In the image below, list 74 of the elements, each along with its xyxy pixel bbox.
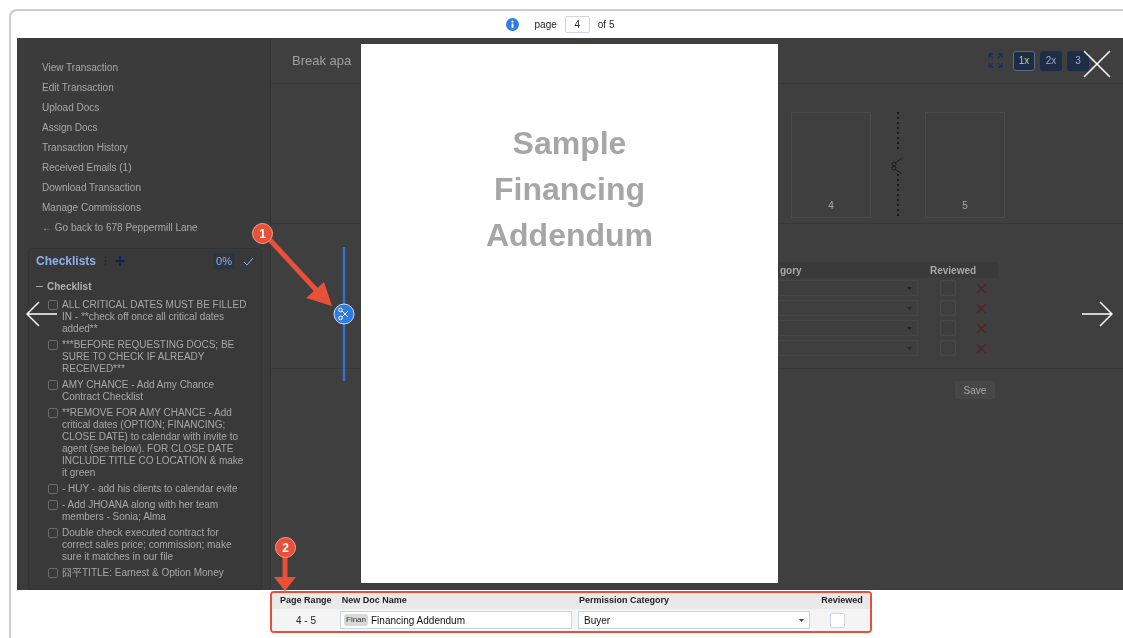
- checklist-checkbox[interactable]: [48, 484, 58, 494]
- delete-icon[interactable]: [976, 302, 987, 314]
- page-range-cell-text: 4 - 5: [295, 613, 317, 628]
- checklist-checkbox[interactable]: [48, 408, 58, 418]
- page-label: page: [534, 18, 557, 32]
- thumbnail-number: 5: [962, 199, 968, 213]
- checklist-checkbox[interactable]: [48, 500, 58, 510]
- zoom-button[interactable]: 2x: [1040, 50, 1062, 71]
- save-button[interactable]: Save: [955, 381, 995, 399]
- sidebar-link[interactable]: Download Transaction: [42, 178, 141, 198]
- scissors-divider-drawing[interactable]: [891, 112, 905, 218]
- page-heading: Break apa: [292, 51, 352, 70]
- sidebar-link[interactable]: View Transaction: [42, 58, 118, 78]
- zoom-button[interactable]: 1x: [1013, 50, 1035, 71]
- column-header: Page Range: [279, 594, 333, 608]
- category-select[interactable]: [778, 340, 918, 356]
- column-header: gory: [780, 263, 803, 278]
- next-arrow-icon[interactable]: [1081, 301, 1113, 327]
- document-heading-line: Sample: [512, 124, 627, 163]
- progress-percent: 0%: [213, 252, 235, 270]
- column-header: New Doc Name: [340, 594, 408, 608]
- sidebar-link[interactable]: Assign Docs: [42, 118, 98, 138]
- checklist-checkbox[interactable]: [48, 300, 58, 310]
- sidebar-link[interactable]: Upload Docs: [42, 98, 100, 118]
- add-icon[interactable]: [115, 256, 126, 266]
- document-heading-line: Addendum: [485, 216, 654, 255]
- checklist-item: - Add JHOANA along with her team members - Sonia; Alma: [62, 499, 220, 523]
- checklist-checkbox[interactable]: [48, 568, 58, 578]
- sidebar-link[interactable]: Manage Commissions: [42, 198, 141, 218]
- check-icon: [243, 256, 254, 266]
- info-icon[interactable]: [505, 18, 519, 31]
- doc-name-field[interactable]: Finan Financing Addendum: [340, 611, 572, 629]
- zoom-button[interactable]: 3: [1067, 50, 1089, 71]
- column-header: Reviewed: [930, 263, 977, 278]
- checklist-item: 囧平TITLE: Earnest & Option Money: [62, 567, 224, 579]
- category-select[interactable]: [778, 280, 918, 296]
- category-select[interactable]: [778, 320, 918, 336]
- page-thumbnail[interactable]: 4: [791, 112, 871, 218]
- checklist-item: **REMOVE FOR AMY CHANCE - Add critical dates (OPTION; FINANCING; CLOSE DATE) to calendar with invite to agent (see below). FOR CLOSE DATE INCLUDE TITLE CO LOCATION & make it green: [62, 407, 245, 479]
- sidebar-link[interactable]: Received Emails (1): [42, 158, 132, 178]
- sidebar-link[interactable]: ← Go back to 678 Peppermill Lane: [42, 218, 198, 238]
- checklist-item: Double check executed contract for correct sales price; commission; make sure it matches in our file: [62, 527, 233, 563]
- checklist-checkbox[interactable]: [48, 528, 58, 538]
- checklist-item: - HUY - add his clients to calendar evite: [62, 483, 238, 495]
- category-select[interactable]: [778, 300, 918, 316]
- delete-icon[interactable]: [976, 282, 987, 294]
- checklists-title: Checklists: [36, 253, 97, 270]
- sidebar-link[interactable]: Edit Transaction: [42, 78, 114, 98]
- close-icon[interactable]: [1083, 50, 1111, 78]
- name-tag: Finan: [344, 614, 368, 626]
- column-header: Reviewed: [820, 594, 864, 608]
- page-total: of 5: [597, 18, 615, 32]
- permission-value: Buyer: [584, 613, 612, 628]
- checklist-item: ***BEFORE REQUESTING DOCS; BE SURE TO CHECK IF ALREADY RECEIVED***: [62, 339, 236, 375]
- delete-icon[interactable]: [976, 322, 987, 334]
- delete-icon[interactable]: [976, 342, 987, 354]
- checklist-checkbox[interactable]: [48, 340, 58, 350]
- previous-arrow-icon[interactable]: [26, 301, 58, 327]
- column-header: Permission Category: [577, 594, 670, 608]
- checklist-checkbox[interactable]: [48, 380, 58, 390]
- doc-name-value: Financing Addendum: [371, 613, 465, 628]
- split-handle-drawing[interactable]: [333, 247, 355, 381]
- caret-icon: [799, 618, 804, 622]
- page-number-field[interactable]: 4: [564, 16, 590, 33]
- checklist-item: ALL CRITICAL DATES MUST BE FILLED IN - **check off once all critical dates added**: [62, 299, 248, 335]
- checklist-item: AMY CHANCE - Add Amy Chance Contract Checklist: [62, 379, 216, 403]
- permission-select[interactable]: Buyer: [578, 611, 810, 629]
- fullscreen-icon[interactable]: [988, 53, 1003, 68]
- collapse-icon[interactable]: [36, 285, 43, 288]
- page-thumbnail[interactable]: 5: [925, 112, 1005, 218]
- document-heading-line: Financing: [493, 170, 646, 209]
- sidebar-link[interactable]: Transaction History: [42, 138, 128, 158]
- thumbnail-number: 4: [828, 199, 834, 213]
- checklist-group-title[interactable]: Checklist: [47, 279, 92, 294]
